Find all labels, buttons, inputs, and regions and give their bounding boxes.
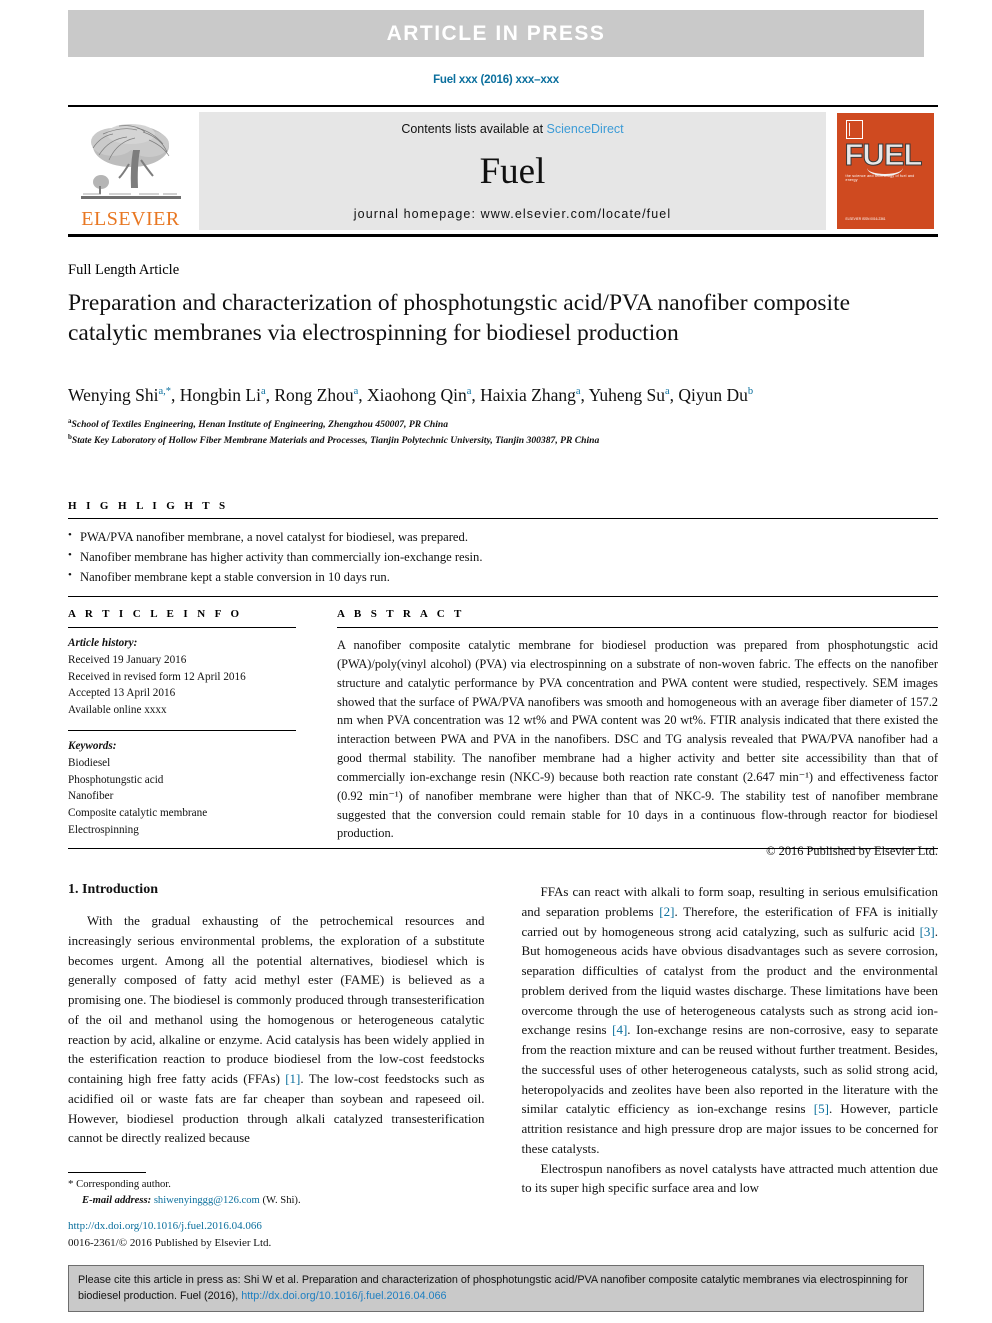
running-head-citation: Fuel xxx (2016) xxx–xxx bbox=[433, 74, 559, 86]
abstract-bottom-rule bbox=[68, 848, 938, 849]
author-affiliation-marker: a,* bbox=[158, 386, 172, 398]
author-affiliation-marker: a bbox=[575, 386, 581, 398]
affiliation-marker: a bbox=[68, 417, 72, 425]
contents-lists-prefix: Contents lists available at bbox=[401, 122, 547, 136]
cover-subtitle: the science and technology of fuel and e… bbox=[845, 174, 915, 182]
masthead-center-panel: Contents lists available at ScienceDirec… bbox=[199, 112, 826, 230]
email-link[interactable]: shiwenyinggg@126.com bbox=[154, 1195, 260, 1206]
author-affiliation-marker: a bbox=[353, 386, 359, 398]
author-name: Hongbin Li bbox=[179, 385, 261, 405]
please-cite-box: Please cite this article in press as: Sh… bbox=[68, 1265, 924, 1312]
affiliation-item: bState Key Laboratory of Hollow Fiber Me… bbox=[68, 433, 600, 447]
author-affiliation-marker: a bbox=[260, 386, 266, 398]
paragraph: FFAs can react with alkali to form soap,… bbox=[521, 884, 939, 1156]
author-name: Haixia Zhang bbox=[480, 385, 576, 405]
corresponding-author-line: * Corresponding author. bbox=[68, 1176, 485, 1193]
sciencedirect-link[interactable]: ScienceDirect bbox=[547, 122, 624, 136]
email-label: E-mail address: bbox=[82, 1194, 152, 1206]
article-info-heading: A R T I C L E I N F O bbox=[68, 608, 243, 620]
keyword-item: Phosphotungstic acid bbox=[68, 773, 164, 786]
abstract-body: A nanofiber composite catalytic membrane… bbox=[337, 638, 938, 841]
paragraph: With the gradual exhausting of the petro… bbox=[68, 913, 485, 1146]
article-type-label: Full Length Article bbox=[68, 262, 180, 278]
corresponding-author-label: Corresponding author. bbox=[76, 1179, 171, 1190]
please-cite-doi-link[interactable]: http://dx.doi.org/10.1016/j.fuel.2016.04… bbox=[241, 1290, 446, 1302]
highlight-item: Nanofiber membrane kept a stable convers… bbox=[68, 567, 938, 588]
introduction-heading: 1. Introduction bbox=[68, 882, 158, 897]
keyword-item: Nanofiber bbox=[68, 790, 114, 803]
author-name: Wenying Shi bbox=[68, 385, 159, 405]
corresponding-marker: * bbox=[68, 1178, 74, 1190]
please-cite-text: Please cite this article in press as: Sh… bbox=[78, 1273, 914, 1304]
affiliation-list: aSchool of Textiles Engineering, Henan I… bbox=[68, 416, 938, 448]
elsevier-logo: ELSEVIER bbox=[68, 112, 193, 230]
citation-reference[interactable]: [2] bbox=[659, 904, 674, 919]
author-affiliation-marker: b bbox=[747, 386, 754, 398]
highlight-item: Nanofiber membrane has higher activity t… bbox=[68, 547, 938, 568]
footnote-rule bbox=[68, 1172, 146, 1173]
article-history-label: Article history: bbox=[68, 637, 138, 649]
abstract-section: A B S T R A C T A nanofiber composite ca… bbox=[337, 608, 938, 859]
journal-cover-thumbnail: FUEL the science and technology of fuel … bbox=[832, 112, 938, 230]
doi-block: http://dx.doi.org/10.1016/j.fuel.2016.04… bbox=[68, 1218, 498, 1252]
author-affiliation-marker: a bbox=[466, 386, 472, 398]
body-columns: 1. Introduction With the gradual exhaust… bbox=[68, 882, 938, 1198]
email-line: E-mail address: shiwenyinggg@126.com (W.… bbox=[68, 1193, 485, 1209]
affiliation-marker: b bbox=[68, 433, 72, 442]
author-name: Qiyun Du bbox=[678, 385, 748, 405]
author-affiliation-marker: a bbox=[664, 386, 670, 398]
article-history-item: Received 19 January 2016 bbox=[68, 653, 187, 666]
elsevier-tree-icon bbox=[80, 124, 181, 199]
please-cite-prefix: Please cite this article in press as: Sh… bbox=[78, 1274, 908, 1302]
citation-reference[interactable]: [1] bbox=[285, 1071, 300, 1086]
citation-reference[interactable]: [4] bbox=[612, 1022, 627, 1037]
keywords-label: Keywords: bbox=[68, 739, 117, 752]
article-history-lines: Received 19 January 2016 Received in revi… bbox=[68, 652, 296, 719]
highlights-section: H I G H L I G H T S PWA/PVA nanofiber me… bbox=[68, 500, 938, 597]
doi-link[interactable]: http://dx.doi.org/10.1016/j.fuel.2016.04… bbox=[68, 1218, 498, 1235]
article-history-item: Accepted 13 April 2016 bbox=[68, 687, 176, 700]
page-title: Preparation and characterization of phos… bbox=[68, 290, 851, 347]
author-name: Rong Zhou bbox=[274, 385, 354, 405]
author-name: Xiaohong Qin bbox=[367, 385, 467, 405]
keyword-item: Composite catalytic membrane bbox=[68, 807, 208, 820]
keyword-item: Electrospinning bbox=[68, 823, 139, 836]
journal-masthead: ELSEVIER Contents lists available at Sci… bbox=[68, 105, 938, 237]
article-history-block: Article history: Received 19 January 201… bbox=[68, 628, 296, 719]
corresponding-author-footnote: * Corresponding author. E-mail address: … bbox=[68, 1172, 485, 1209]
highlights-heading: H I G H L I G H T S bbox=[68, 500, 229, 512]
citation-reference[interactable]: [5] bbox=[814, 1101, 829, 1116]
abstract-heading: A B S T R A C T bbox=[337, 608, 465, 620]
paragraph: Electrospun nanofibers as novel catalyst… bbox=[521, 1160, 939, 1196]
keyword-item: Biodiesel bbox=[68, 756, 111, 769]
article-in-press-banner: ARTICLE IN PRESS bbox=[68, 10, 924, 57]
body-column-right: FFAs can react with alkali to form soap,… bbox=[522, 882, 939, 1198]
journal-homepage-link[interactable]: journal homepage: www.elsevier.com/locat… bbox=[354, 207, 671, 221]
issn-copyright-line: 0016-2361/© 2016 Published by Elsevier L… bbox=[68, 1237, 272, 1250]
article-history-item: Available online xxxx bbox=[68, 704, 167, 717]
highlights-bottom-rule bbox=[68, 595, 938, 597]
affiliation-item: aSchool of Textiles Engineering, Henan I… bbox=[68, 417, 449, 431]
contents-lists-line: Contents lists available at ScienceDirec… bbox=[401, 122, 623, 136]
body-column-left: 1. Introduction With the gradual exhaust… bbox=[68, 882, 485, 1198]
author-name: Yuheng Su bbox=[588, 385, 665, 405]
elsevier-wordmark: ELSEVIER bbox=[81, 208, 180, 230]
journal-title: Fuel bbox=[479, 151, 546, 192]
keywords-block: Keywords: Biodiesel Phosphotungstic acid N… bbox=[68, 731, 296, 839]
article-in-press-label: ARTICLE IN PRESS bbox=[386, 21, 606, 45]
abstract-copyright: © 2016 Published by Elsevier Ltd. bbox=[766, 844, 938, 859]
article-info-section: A R T I C L E I N F O Article history: R… bbox=[68, 608, 296, 839]
highlights-list: PWA/PVA nanofiber membrane, a novel cata… bbox=[68, 519, 938, 590]
journal-cover-art: FUEL the science and technology of fuel … bbox=[836, 113, 934, 229]
article-history-item: Received in revised form 12 April 2016 bbox=[68, 670, 246, 683]
citation-reference[interactable]: [3] bbox=[920, 924, 935, 939]
author-list: Wenying Shia,*, Hongbin Lia, Rong Zhoua,… bbox=[68, 385, 754, 405]
cover-footer-text: ELSEVIER ISSN 0016-2361 bbox=[845, 217, 886, 222]
email-owner: (W. Shi). bbox=[262, 1194, 301, 1206]
keywords-lines: Biodiesel Phosphotungstic acid Nanofiber Co… bbox=[68, 755, 296, 839]
highlight-item: PWA/PVA nanofiber membrane, a novel cata… bbox=[68, 527, 938, 548]
